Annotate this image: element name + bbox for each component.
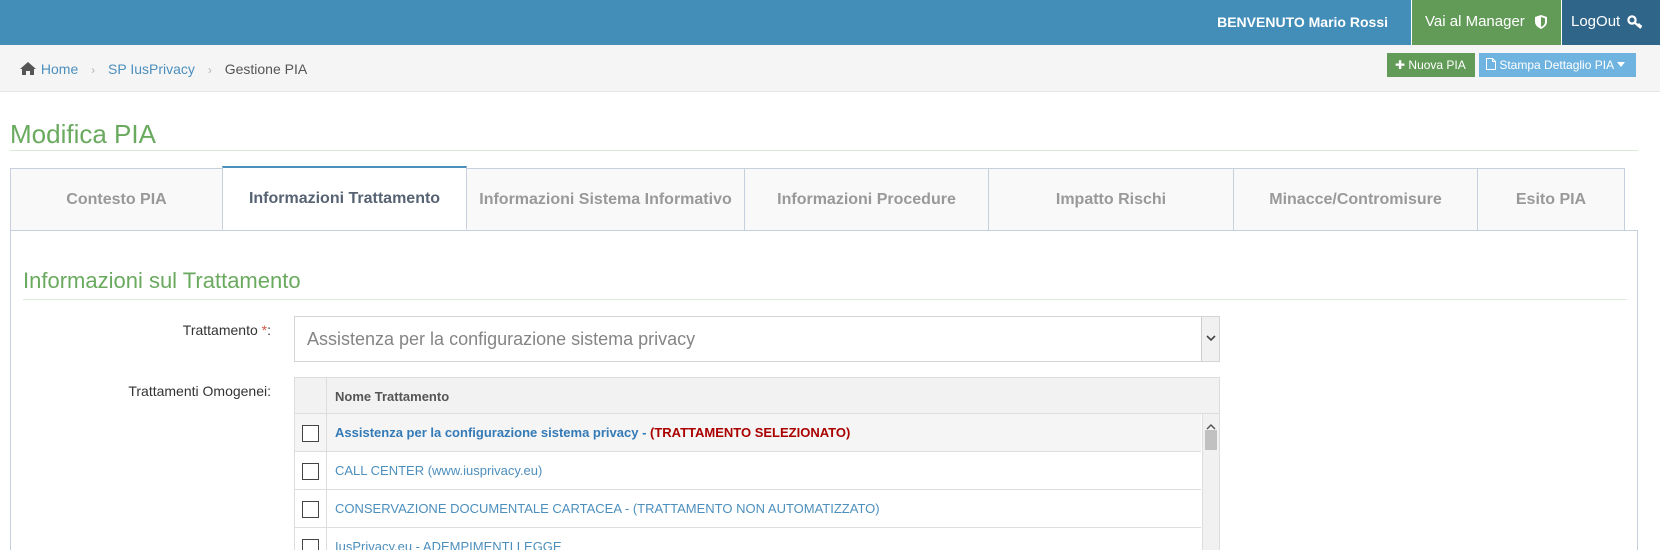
- tab-impatto-rischi[interactable]: Impatto Rischi: [988, 168, 1234, 231]
- breadcrumb-separator: ›: [207, 63, 212, 77]
- section-divider: [23, 299, 1627, 300]
- selected-tag: (TRATTAMENTO SELEZIONATO): [650, 425, 851, 440]
- breadcrumb: Home › SP IusPrivacy › Gestione PIA: [19, 61, 307, 77]
- tab-informazioni-trattamento[interactable]: Informazioni Trattamento: [222, 166, 467, 230]
- trattamento-name-link[interactable]: CALL CENTER (www.iusprivacy.eu): [335, 463, 542, 478]
- breadcrumb-current: Gestione PIA: [224, 61, 308, 77]
- trattamenti-omogenei-label: Trattamenti Omogenei:: [128, 383, 271, 399]
- column-divider: [326, 528, 327, 550]
- new-pia-button[interactable]: ✚ Nuova PIA: [1387, 53, 1475, 77]
- title-divider: [10, 150, 1638, 151]
- column-header-nome-trattamento: Nome Trattamento: [335, 389, 450, 404]
- name-separator: -: [638, 425, 651, 440]
- tab-contesto-pia[interactable]: Contesto PIA: [10, 168, 223, 231]
- logout-label: LogOut: [1571, 13, 1621, 30]
- table-header: Nome Trattamento: [295, 378, 1219, 414]
- tab-informazioni-procedure[interactable]: Informazioni Procedure: [744, 168, 989, 231]
- table-scrollbar[interactable]: [1202, 414, 1219, 550]
- row-checkbox[interactable]: [302, 501, 319, 518]
- breadcrumb-separator: ›: [91, 63, 96, 77]
- file-icon: [1486, 58, 1499, 72]
- section-title: Informazioni sul Trattamento: [23, 268, 301, 293]
- table-header-checkbox-column: [295, 378, 327, 414]
- welcome-text: BENVENUTO Mario Rossi: [1217, 14, 1388, 30]
- table-row[interactable]: CALL CENTER (www.iusprivacy.eu): [295, 452, 1201, 490]
- home-icon: [19, 61, 41, 77]
- table-row[interactable]: CONSERVAZIONE DOCUMENTALE CARTACEA - (TR…: [295, 490, 1201, 528]
- trattamento-label-colon: :: [267, 322, 271, 338]
- shield-icon: [1534, 13, 1547, 30]
- table-row[interactable]: Assistenza per la configurazione sistema…: [295, 414, 1201, 452]
- row-checkbox[interactable]: [302, 539, 319, 550]
- tab-esito-pia[interactable]: Esito PIA: [1477, 168, 1625, 231]
- column-divider: [326, 490, 327, 528]
- table-row[interactable]: IusPrivacy.eu - ADEMPIMENTI LEGGE: [295, 528, 1201, 550]
- trattamento-name-link[interactable]: CONSERVAZIONE DOCUMENTALE CARTACEA - (TR…: [335, 501, 880, 516]
- scrollbar-thumb[interactable]: [1205, 430, 1217, 450]
- trattamento-name-link[interactable]: IusPrivacy.eu - ADEMPIMENTI LEGGE: [335, 539, 562, 550]
- manager-label: Vai al Manager: [1425, 13, 1525, 30]
- manager-button[interactable]: Vai al Manager: [1411, 0, 1561, 45]
- chevron-down-icon[interactable]: [1201, 317, 1219, 361]
- tab-informazioni-sistema-informativo[interactable]: Informazioni Sistema Informativo: [466, 168, 745, 231]
- column-divider: [326, 452, 327, 490]
- print-pia-label: Stampa Dettaglio PIA: [1499, 58, 1614, 72]
- row-label: Assistenza per la configurazione sistema…: [335, 425, 850, 440]
- column-divider: [326, 414, 327, 452]
- breadcrumb-iusprivacy-link[interactable]: SP IusPrivacy: [108, 61, 195, 77]
- caret-down-icon: [1616, 58, 1625, 72]
- trattamento-select-value: Assistenza per la configurazione sistema…: [307, 329, 696, 349]
- key-icon: [1627, 13, 1643, 30]
- logout-button[interactable]: LogOut: [1561, 0, 1660, 45]
- trattamento-name-link[interactable]: Assistenza per la configurazione sistema…: [335, 425, 638, 440]
- trattamenti-omogenei-table: Nome Trattamento Assistenza per la confi…: [294, 377, 1220, 550]
- page-title: Modifica PIA: [10, 119, 156, 149]
- breadcrumb-home-link[interactable]: Home: [41, 61, 78, 77]
- row-checkbox[interactable]: [302, 463, 319, 480]
- tab-minacce-contromisure[interactable]: Minacce/Contromisure: [1233, 168, 1478, 231]
- plus-icon: ✚: [1395, 58, 1406, 72]
- new-pia-label: Nuova PIA: [1408, 58, 1466, 72]
- top-navbar: BENVENUTO Mario Rossi Vai al Manager Log…: [0, 0, 1660, 45]
- trattamento-label: Trattamento *:: [21, 322, 271, 338]
- trattamento-label-text: Trattamento: [182, 322, 262, 338]
- trattamento-select[interactable]: Assistenza per la configurazione sistema…: [294, 316, 1220, 362]
- row-checkbox[interactable]: [302, 425, 319, 442]
- print-pia-dropdown-button[interactable]: Stampa Dettaglio PIA: [1479, 53, 1636, 77]
